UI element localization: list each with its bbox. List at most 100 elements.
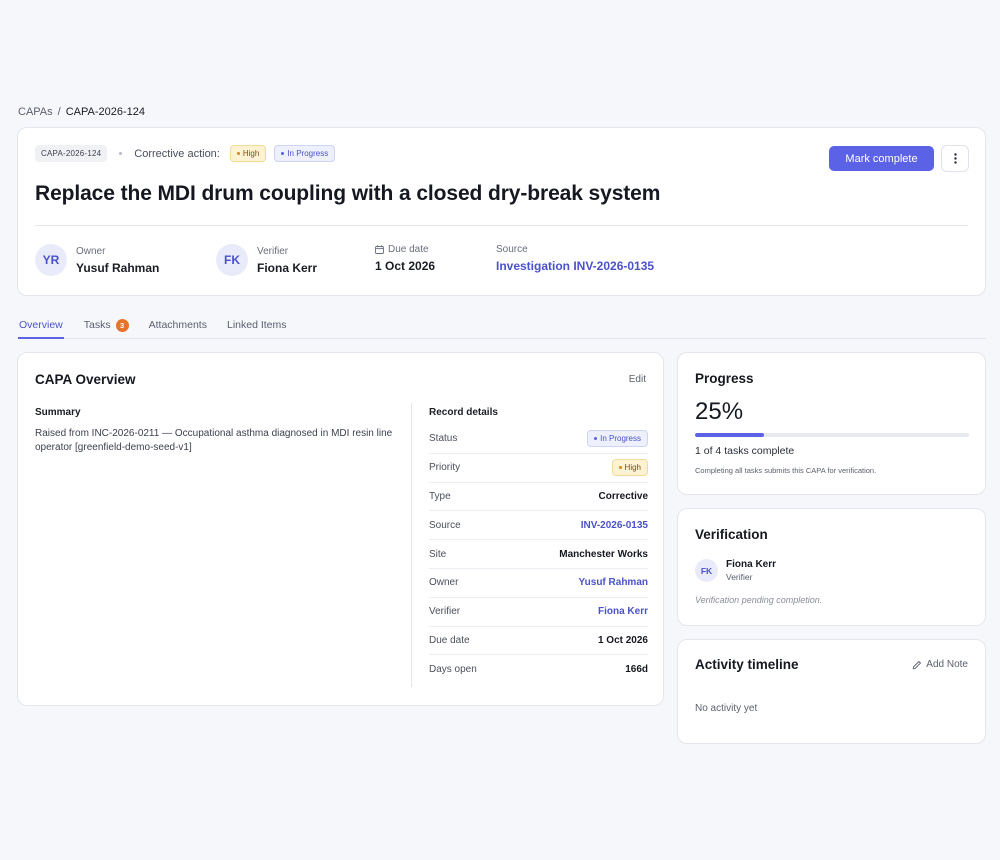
capa-meta-row: CAPA-2026-124 Corrective action: High In… bbox=[35, 145, 336, 162]
tab-overview[interactable]: Overview bbox=[18, 312, 64, 339]
due-date-label: Due date bbox=[388, 244, 429, 255]
record-row-status: Status In Progress bbox=[429, 425, 648, 454]
owner-field: YR Owner Yusuf Rahman bbox=[35, 244, 159, 276]
activity-empty-state: No activity yet bbox=[695, 703, 758, 714]
progress-title: Progress bbox=[695, 371, 754, 386]
record-value: 1 Oct 2026 bbox=[597, 634, 648, 646]
add-note-label: Add Note bbox=[926, 659, 968, 670]
record-label: Source bbox=[429, 519, 461, 531]
verifier-avatar: FK bbox=[695, 559, 718, 582]
breadcrumb-current: CAPA-2026-124 bbox=[65, 106, 145, 118]
verification-role: Verifier bbox=[726, 572, 753, 582]
record-source-link[interactable]: INV-2026-0135 bbox=[581, 520, 648, 531]
tasks-count-badge: 3 bbox=[115, 319, 129, 332]
priority-badge-label: High bbox=[242, 149, 260, 158]
progress-card: Progress 25% 1 of 4 tasks complete Compl… bbox=[677, 352, 986, 495]
record-row-source: Source INV-2026-0135 bbox=[429, 511, 648, 541]
capa-header-card: CAPA-2026-124 Corrective action: High In… bbox=[17, 127, 986, 296]
more-vertical-icon bbox=[953, 153, 957, 164]
record-details-heading: Record details bbox=[429, 407, 498, 418]
breadcrumb-separator: / bbox=[57, 106, 61, 118]
record-status-badge: In Progress bbox=[587, 430, 648, 448]
record-priority-badge: High bbox=[611, 459, 648, 477]
priority-dot-icon bbox=[236, 152, 240, 155]
due-date-value: 1 Oct 2026 bbox=[375, 259, 436, 273]
record-row-priority: Priority High bbox=[429, 454, 648, 483]
priority-badge: High bbox=[229, 145, 267, 162]
tab-linked-items-label: Linked Items bbox=[226, 319, 287, 331]
overview-title: CAPA Overview bbox=[35, 372, 136, 387]
record-status-value: In Progress bbox=[600, 434, 641, 444]
tab-attachments-label: Attachments bbox=[148, 319, 207, 331]
record-label: Due date bbox=[429, 634, 470, 646]
edit-button[interactable]: Edit bbox=[629, 374, 646, 385]
mark-complete-button[interactable]: Mark complete bbox=[829, 146, 934, 171]
owner-label: Owner bbox=[76, 245, 106, 257]
verification-name: Fiona Kerr bbox=[726, 559, 777, 570]
tab-attachments[interactable]: Attachments bbox=[149, 312, 207, 339]
record-value: Manchester Works bbox=[559, 548, 648, 560]
verification-card: Verification FK Fiona Kerr Verifier Veri… bbox=[677, 508, 986, 626]
page-title: Replace the MDI drum coupling with a clo… bbox=[35, 182, 661, 205]
progress-percent: 25% bbox=[695, 398, 744, 425]
summary-heading: Summary bbox=[35, 407, 81, 418]
tab-bar: Overview Tasks 3 Attachments Linked Item… bbox=[18, 312, 986, 339]
status-badge-label: In Progress bbox=[287, 149, 329, 158]
owner-avatar: YR bbox=[35, 244, 67, 276]
status-dot-icon bbox=[594, 437, 598, 441]
record-label: Verifier bbox=[429, 606, 461, 618]
more-actions-button[interactable] bbox=[941, 145, 969, 172]
capa-id-chip: CAPA-2026-124 bbox=[35, 145, 108, 162]
source-link[interactable]: Investigation INV-2026-0135 bbox=[496, 259, 654, 273]
verification-person: FK Fiona Kerr Verifier bbox=[695, 559, 776, 582]
breadcrumb-root-link[interactable]: CAPAs bbox=[18, 106, 53, 118]
summary-text: Raised from INC-2026-0211 — Occupational… bbox=[35, 428, 393, 453]
record-value: Corrective bbox=[598, 490, 648, 502]
verification-title: Verification bbox=[695, 527, 768, 542]
record-priority-value: High bbox=[624, 463, 641, 473]
record-row-verifier: Verifier Fiona Kerr bbox=[429, 598, 648, 627]
pencil-icon bbox=[913, 660, 922, 669]
due-date-field: Due date 1 Oct 2026 bbox=[375, 244, 435, 273]
verification-pending-text: Verification pending completion. bbox=[695, 595, 823, 605]
capa-type-label: Corrective action: bbox=[134, 147, 220, 160]
capa-overview-card: CAPA Overview Edit Summary Raised from I… bbox=[17, 352, 664, 706]
tab-linked-items[interactable]: Linked Items bbox=[227, 312, 287, 339]
record-label: Owner bbox=[429, 577, 459, 589]
record-value: 166d bbox=[625, 664, 648, 676]
activity-timeline-card: Activity timeline Add Note No activity y… bbox=[677, 639, 986, 744]
record-label: Site bbox=[429, 548, 447, 560]
progress-bar-fill bbox=[695, 433, 764, 437]
tab-overview-label: Overview bbox=[19, 319, 63, 331]
record-verifier-link[interactable]: Fiona Kerr bbox=[598, 606, 648, 617]
status-dot-icon bbox=[281, 152, 285, 155]
tab-tasks-label: Tasks bbox=[83, 319, 111, 331]
record-row-owner: Owner Yusuf Rahman bbox=[429, 569, 648, 598]
header-divider bbox=[35, 225, 968, 226]
source-field: Source Investigation INV-2026-0135 bbox=[496, 244, 654, 273]
due-date-label-row: Due date bbox=[375, 244, 435, 255]
record-details-list: Status In Progress Priority High Type Co… bbox=[429, 425, 648, 684]
record-row-due-date: Due date 1 Oct 2026 bbox=[429, 627, 648, 656]
verifier-label: Verifier bbox=[257, 245, 289, 257]
record-owner-link[interactable]: Yusuf Rahman bbox=[579, 577, 648, 588]
record-label: Type bbox=[429, 490, 451, 502]
add-note-button[interactable]: Add Note bbox=[912, 659, 968, 670]
record-label: Days open bbox=[429, 664, 477, 676]
verifier-field: FK Verifier Fiona Kerr bbox=[216, 244, 317, 276]
priority-dot-icon bbox=[618, 466, 622, 470]
meta-separator-dot bbox=[119, 152, 123, 155]
tab-tasks[interactable]: Tasks 3 bbox=[84, 312, 129, 339]
verifier-avatar: FK bbox=[216, 244, 248, 276]
record-row-site: Site Manchester Works bbox=[429, 540, 648, 569]
progress-count: 1 of 4 tasks complete bbox=[695, 445, 795, 457]
overview-divider bbox=[411, 403, 412, 687]
status-badge: In Progress bbox=[274, 145, 336, 162]
breadcrumb: CAPAs / CAPA-2026-124 bbox=[18, 106, 145, 118]
owner-name: Yusuf Rahman bbox=[76, 260, 160, 275]
activity-title: Activity timeline bbox=[695, 657, 799, 672]
progress-note: Completing all tasks submits this CAPA f… bbox=[695, 466, 877, 475]
progress-bar bbox=[695, 433, 969, 437]
record-row-type: Type Corrective bbox=[429, 483, 648, 512]
record-label: Priority bbox=[429, 462, 461, 474]
